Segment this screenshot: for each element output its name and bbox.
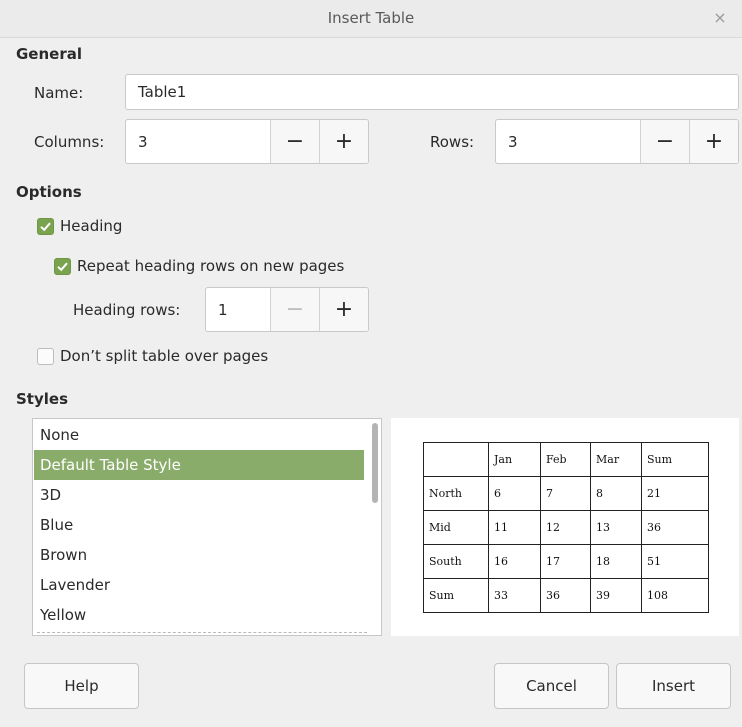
checkbox-checked-icon[interactable]	[54, 257, 71, 275]
preview-row: South 16 17 18 51	[423, 544, 709, 579]
styles-list[interactable]: None Default Table Style 3D Blue Brown L…	[32, 418, 382, 636]
heading-rows-increment-button[interactable]: +	[319, 288, 368, 331]
preview-row: North 6 7 8 21	[423, 476, 709, 511]
preview-cell	[423, 442, 489, 477]
cancel-button[interactable]: Cancel	[494, 663, 609, 709]
rows-increment-button[interactable]: +	[689, 120, 738, 163]
checkbox-unchecked-icon[interactable]	[37, 347, 54, 365]
window-title: Insert Table	[327, 9, 415, 27]
preview-cell: Mid	[423, 510, 489, 545]
preview-cell: 12	[540, 510, 591, 545]
preview-cell: 108	[641, 578, 709, 613]
name-label: Name:	[34, 84, 84, 102]
preview-cell: Mar	[590, 442, 642, 477]
preview-cell: Jan	[488, 442, 541, 477]
style-item-none[interactable]: None	[34, 420, 364, 450]
preview-cell: 11	[488, 510, 541, 545]
preview-row: Jan Feb Mar Sum	[423, 442, 709, 477]
preview-cell: 39	[590, 578, 642, 613]
dont-split-checkbox[interactable]: Don’t split table over pages	[37, 347, 268, 365]
preview-cell: 6	[488, 476, 541, 511]
preview-cell: 7	[540, 476, 591, 511]
general-heading: General	[16, 45, 82, 63]
columns-value[interactable]: 3	[126, 120, 270, 163]
heading-rows-value[interactable]: 1	[206, 288, 270, 331]
close-icon[interactable]: ×	[710, 8, 730, 28]
style-item-brown[interactable]: Brown	[34, 540, 364, 570]
preview-cell: 33	[488, 578, 541, 613]
rows-spinner: 3 − +	[495, 119, 739, 164]
columns-spinner: 3 − +	[125, 119, 369, 164]
preview-cell: South	[423, 544, 489, 579]
title-bar: Insert Table ×	[0, 0, 742, 38]
rows-value[interactable]: 3	[496, 120, 640, 163]
preview-row: Mid 11 12 13 36	[423, 510, 709, 545]
preview-cell: 51	[641, 544, 709, 579]
heading-rows-spinner: 1 − +	[205, 287, 369, 332]
preview-cell: Sum	[423, 578, 489, 613]
styles-list-scrollbar[interactable]	[372, 423, 378, 503]
heading-rows-label: Heading rows:	[73, 301, 181, 319]
preview-table: Jan Feb Mar Sum North 6 7 8 21 Mid 11 12…	[423, 442, 709, 613]
heading-checkbox-label: Heading	[60, 217, 123, 235]
insert-button[interactable]: Insert	[616, 663, 731, 709]
name-input[interactable]: Table1	[125, 74, 739, 110]
styles-heading: Styles	[16, 390, 68, 408]
table-preview: Jan Feb Mar Sum North 6 7 8 21 Mid 11 12…	[391, 418, 739, 636]
style-item-blue[interactable]: Blue	[34, 510, 364, 540]
help-button[interactable]: Help	[24, 663, 139, 709]
options-heading: Options	[16, 183, 82, 201]
columns-increment-button[interactable]: +	[319, 120, 368, 163]
preview-cell: North	[423, 476, 489, 511]
columns-decrement-button[interactable]: −	[270, 120, 319, 163]
preview-cell: 21	[641, 476, 709, 511]
preview-cell: 36	[540, 578, 591, 613]
style-item-default-table-style[interactable]: Default Table Style	[34, 450, 364, 480]
repeat-heading-checkbox-label: Repeat heading rows on new pages	[77, 257, 345, 275]
list-divider	[37, 632, 367, 633]
style-item-lavender[interactable]: Lavender	[34, 570, 364, 600]
heading-checkbox[interactable]: Heading	[37, 217, 122, 235]
preview-cell: 13	[590, 510, 642, 545]
checkbox-checked-icon[interactable]	[37, 217, 54, 235]
dont-split-checkbox-label: Don’t split table over pages	[60, 347, 269, 365]
rows-label: Rows:	[430, 133, 475, 151]
repeat-heading-checkbox[interactable]: Repeat heading rows on new pages	[54, 257, 344, 275]
preview-cell: 16	[488, 544, 541, 579]
style-item-3d[interactable]: 3D	[34, 480, 364, 510]
preview-cell: Sum	[641, 442, 709, 477]
preview-cell: 36	[641, 510, 709, 545]
preview-cell: 17	[540, 544, 591, 579]
rows-decrement-button[interactable]: −	[640, 120, 689, 163]
columns-label: Columns:	[34, 133, 105, 151]
preview-row: Sum 33 36 39 108	[423, 578, 709, 613]
preview-cell: 18	[590, 544, 642, 579]
preview-cell: 8	[590, 476, 642, 511]
heading-rows-decrement-button: −	[270, 288, 319, 331]
style-item-yellow[interactable]: Yellow	[34, 600, 364, 630]
preview-cell: Feb	[540, 442, 591, 477]
